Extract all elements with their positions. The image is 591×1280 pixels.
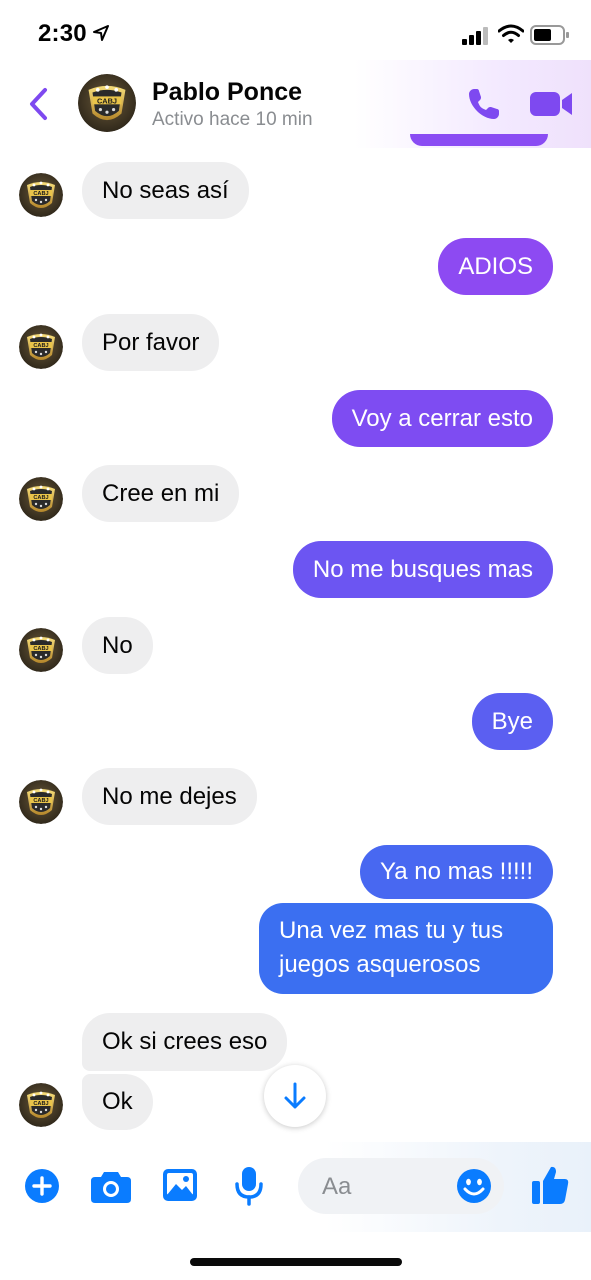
message-bubble-incoming[interactable]: Por favor: [82, 314, 220, 371]
message-bubble-outgoing[interactable]: Una vez mas tu y tus juegos asquerosos: [259, 903, 553, 994]
message-composer: [0, 1142, 591, 1232]
microphone-icon[interactable]: [234, 1166, 264, 1206]
camera-icon[interactable]: [90, 1168, 132, 1204]
plus-icon[interactable]: [24, 1168, 60, 1204]
message-bubble-incoming[interactable]: Ok si crees eso: [82, 1013, 288, 1071]
phone-icon[interactable]: [466, 86, 502, 122]
cellular-signal-icon: [462, 27, 488, 45]
contact-avatar-small: [19, 628, 63, 672]
status-bar: 2:30: [0, 0, 591, 68]
message-bubble-outgoing[interactable]: ADIOS: [438, 238, 553, 295]
home-indicator: [190, 1258, 402, 1266]
message-input[interactable]: [320, 1158, 464, 1216]
message-bubble-outgoing[interactable]: Voy a cerrar esto: [331, 390, 553, 447]
message-input-container[interactable]: [298, 1158, 504, 1216]
contact-avatar-small: [19, 477, 63, 521]
contact-avatar-small: [19, 1083, 63, 1127]
emoji-icon[interactable]: [456, 1168, 492, 1204]
scroll-to-bottom-button[interactable]: [264, 1065, 326, 1127]
arrow-down-icon: [284, 1082, 306, 1109]
contact-avatar-small: [19, 325, 63, 369]
contact-avatar-small: [19, 780, 63, 824]
thumbs-up-icon[interactable]: [530, 1164, 570, 1206]
message-bubble-incoming[interactable]: No me dejes: [82, 768, 257, 825]
gallery-icon[interactable]: [162, 1168, 198, 1202]
contact-status: Activo hace 10 min: [152, 109, 313, 130]
message-bubble-incoming[interactable]: No seas así: [82, 162, 249, 219]
wifi-icon: [498, 24, 524, 43]
battery-icon: [530, 25, 569, 45]
message-bubble-outgoing[interactable]: No me busques mas: [292, 541, 553, 598]
video-camera-icon[interactable]: [528, 88, 574, 120]
contact-name[interactable]: Pablo Ponce: [152, 78, 302, 107]
message-bubble-incoming[interactable]: Cree en mi: [82, 465, 240, 522]
contact-avatar-small: [19, 173, 63, 217]
message-bubble-outgoing[interactable]: Bye: [471, 693, 553, 750]
back-icon[interactable]: [26, 86, 50, 122]
contact-avatar[interactable]: [78, 74, 136, 132]
message-bubble-outgoing[interactable]: Ya no mas !!!!!: [360, 845, 553, 899]
message-bubble-incoming[interactable]: No: [82, 617, 153, 674]
location-arrow-icon: [93, 25, 109, 41]
status-time: 2:30: [38, 20, 87, 47]
message-bubble-incoming[interactable]: Ok: [82, 1074, 153, 1130]
previous-message-bubble-edge: [410, 134, 548, 146]
